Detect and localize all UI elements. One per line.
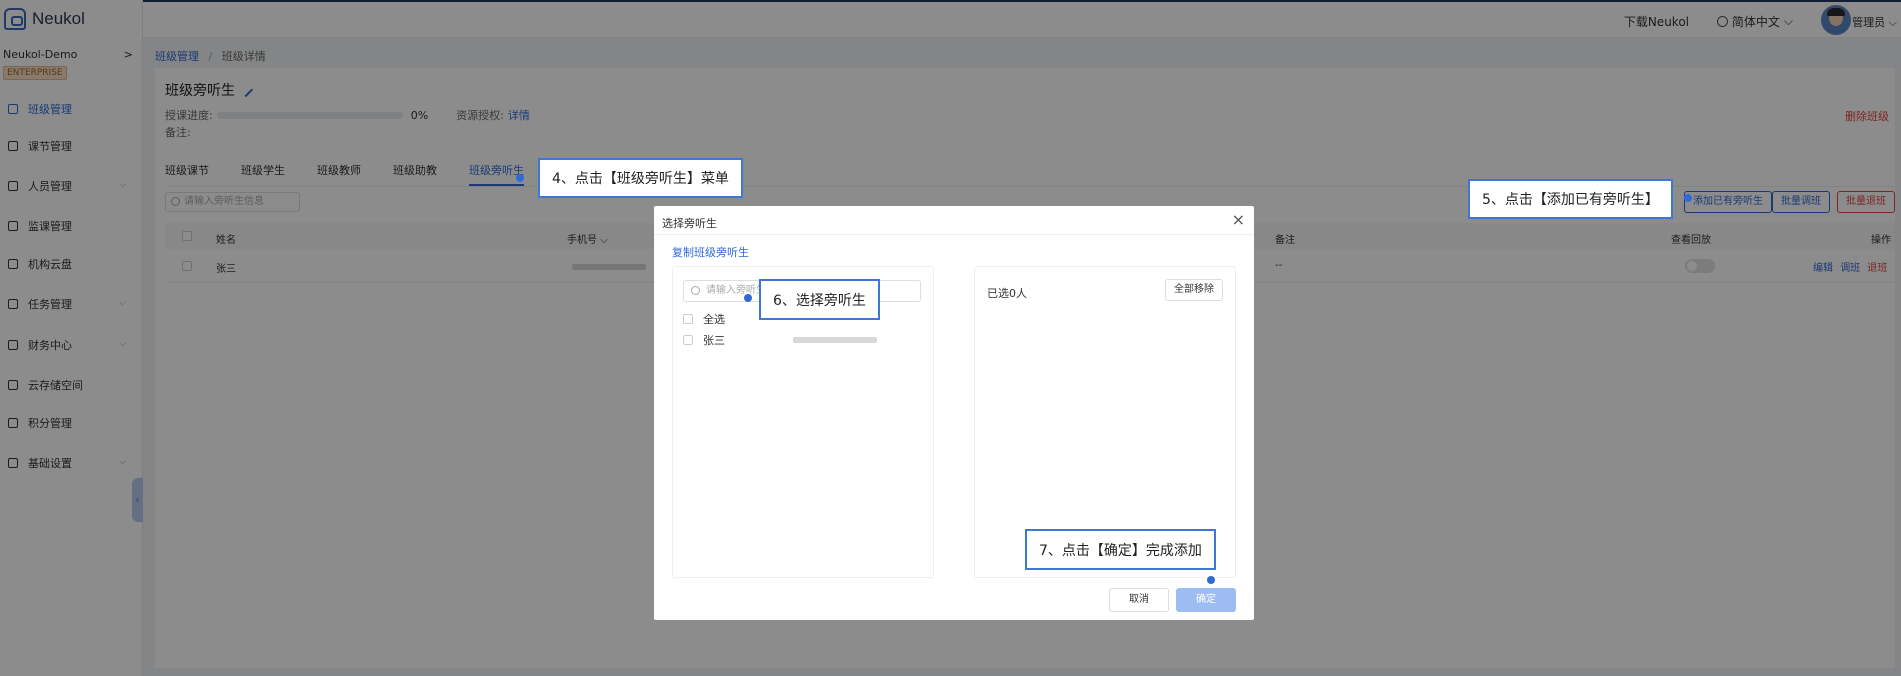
step7-marker bbox=[1207, 576, 1215, 584]
cancel-button[interactable]: 取消 bbox=[1109, 588, 1169, 612]
step7-callout: 7、点击【确定】完成添加 bbox=[1025, 529, 1216, 570]
step4-callout: 4、点击【班级旁听生】菜单 bbox=[538, 158, 743, 198]
list-item[interactable]: 张三 bbox=[683, 332, 877, 348]
candidate-name: 张三 bbox=[703, 334, 725, 347]
confirm-button[interactable]: 确定 bbox=[1176, 588, 1236, 612]
candidate-checkbox[interactable] bbox=[683, 335, 693, 345]
select-all-label: 全选 bbox=[703, 313, 725, 326]
step6-marker bbox=[744, 294, 752, 302]
dialog-title: 选择旁听生 bbox=[662, 217, 717, 230]
dialog-divider bbox=[654, 234, 1254, 235]
step5-callout: 5、点击【添加已有旁听生】 bbox=[1468, 179, 1673, 219]
copy-class-auditors-link[interactable]: 复制班级旁听生 bbox=[672, 244, 749, 260]
step5-marker bbox=[1684, 194, 1692, 202]
selected-count: 已选0人 bbox=[987, 287, 1027, 300]
search-icon bbox=[691, 286, 700, 295]
remove-all-button[interactable]: 全部移除 bbox=[1165, 279, 1223, 301]
step6-callout: 6、选择旁听生 bbox=[759, 279, 880, 320]
step4-marker bbox=[516, 174, 524, 182]
close-icon[interactable]: × bbox=[1232, 212, 1245, 228]
select-all-checkbox[interactable] bbox=[683, 314, 693, 324]
candidate-phone-blurred bbox=[793, 337, 877, 343]
candidate-search-placeholder: 请输入旁听生 bbox=[706, 285, 766, 296]
select-all-option[interactable]: 全选 bbox=[683, 311, 725, 327]
